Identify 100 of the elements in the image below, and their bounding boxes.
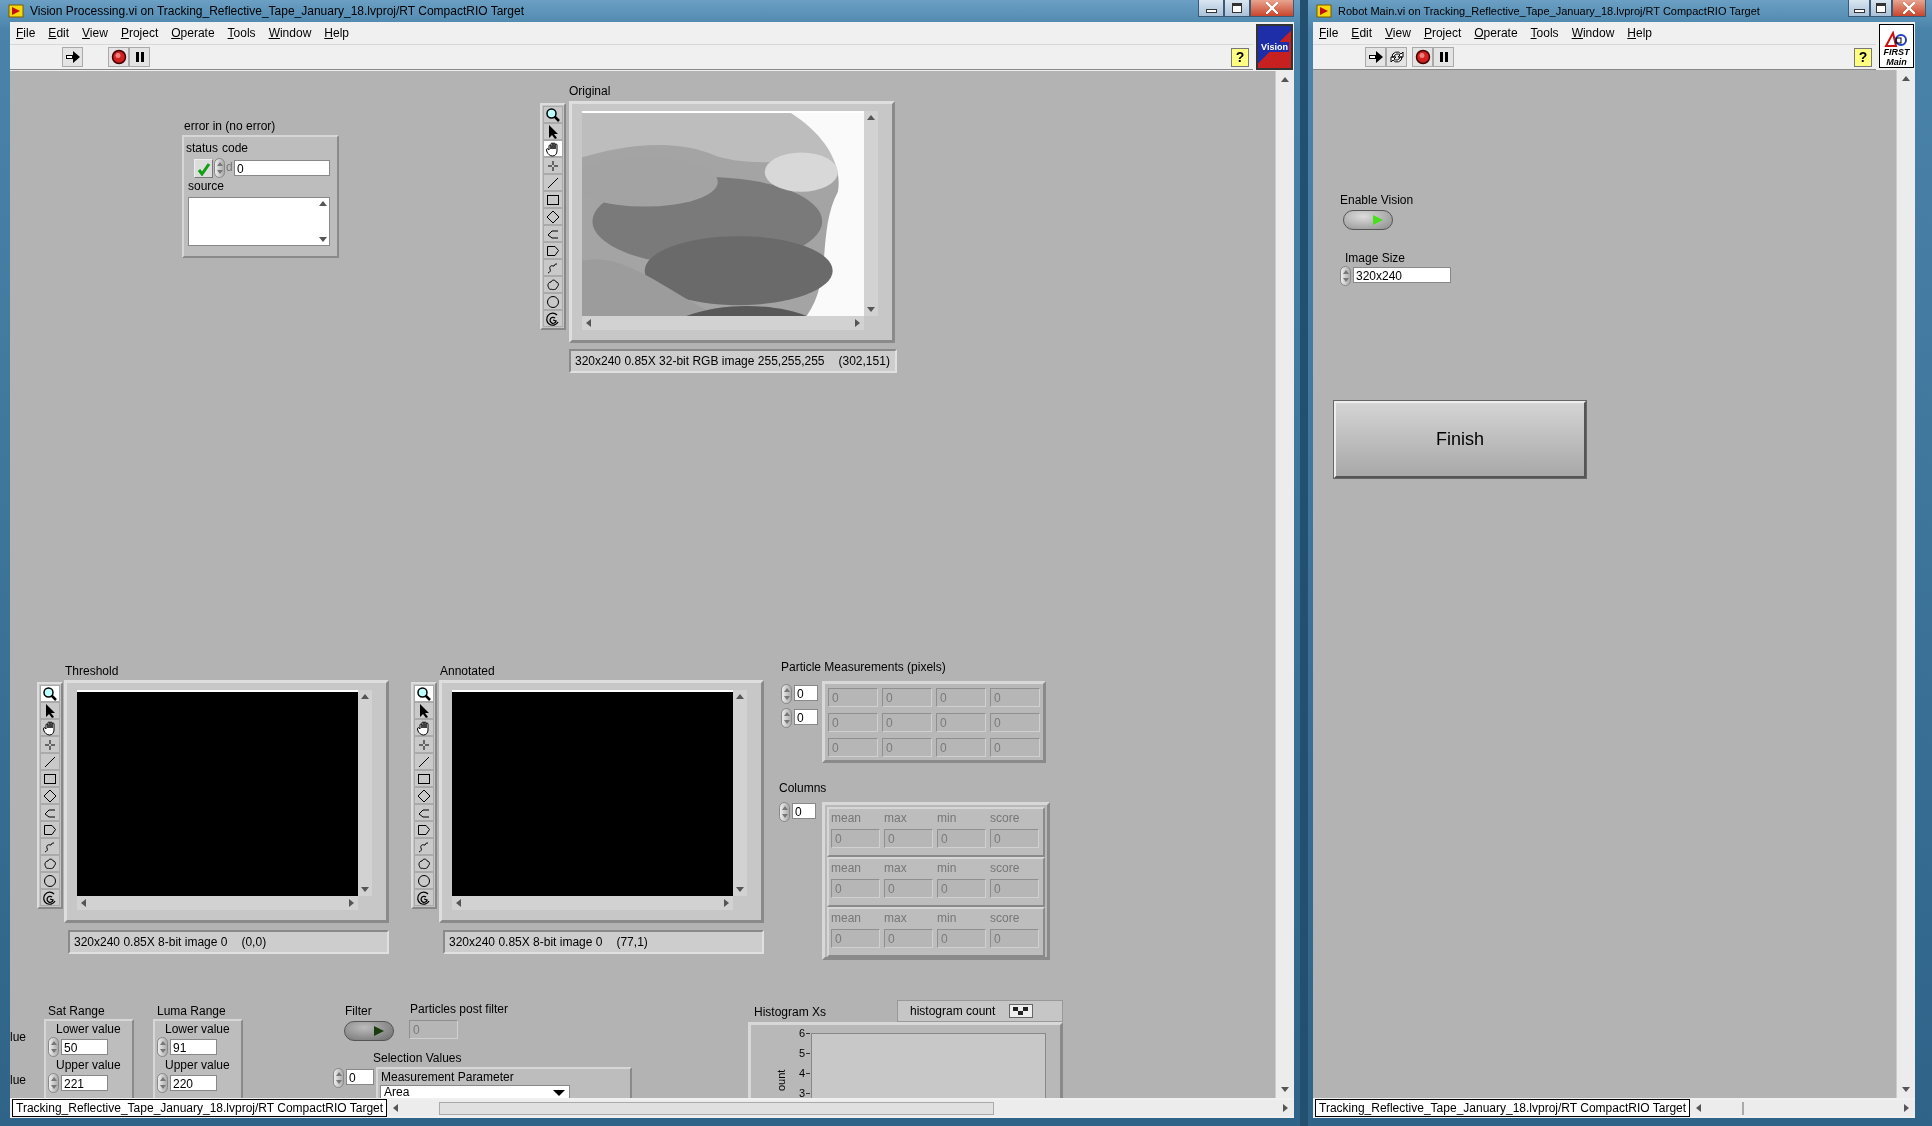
pause-button[interactable] [129, 47, 150, 67]
tool-button[interactable] [543, 106, 563, 123]
abort-button[interactable] [108, 47, 129, 67]
menu-item[interactable]: Operate [1474, 26, 1518, 40]
tool-button[interactable] [40, 685, 60, 702]
toggle-button[interactable] [344, 1021, 394, 1041]
menu-item[interactable]: View [82, 26, 108, 40]
number-field[interactable]: 0 [794, 709, 818, 725]
tool-button[interactable] [40, 719, 60, 736]
tool-button[interactable] [543, 276, 563, 293]
scrollbar[interactable] [358, 690, 372, 896]
tool-button[interactable] [414, 872, 434, 889]
menu-item[interactable]: File [1319, 26, 1339, 40]
run-button[interactable] [62, 47, 83, 67]
spin-button[interactable] [157, 1073, 168, 1093]
number-field[interactable]: 221 [61, 1075, 108, 1091]
menu-item[interactable]: Help [324, 26, 349, 40]
tool-button[interactable] [40, 770, 60, 787]
scrollbar[interactable] [387, 1100, 1294, 1116]
spin-button[interactable] [48, 1037, 59, 1057]
run-continuously-button[interactable] [1386, 47, 1407, 67]
tool-button[interactable] [414, 787, 434, 804]
menu-item[interactable]: Tools [227, 26, 256, 40]
number-field[interactable]: 0 [346, 1069, 374, 1085]
tool-button[interactable] [40, 821, 60, 838]
label: Original [569, 85, 611, 98]
tool-button[interactable] [414, 719, 434, 736]
tool-button[interactable] [40, 872, 60, 889]
tool-button[interactable] [40, 889, 60, 906]
number-field[interactable]: 0 [792, 803, 816, 819]
tool-button[interactable] [414, 855, 434, 872]
help-button[interactable]: ? [1854, 47, 1872, 67]
menu-item[interactable]: View [1385, 26, 1411, 40]
finish-button[interactable]: Finish [1334, 401, 1586, 478]
tool-button[interactable] [543, 123, 563, 140]
menu-item[interactable]: Help [1627, 26, 1652, 40]
menu-item[interactable]: Edit [1351, 26, 1373, 40]
tool-button[interactable] [40, 855, 60, 872]
plot-legend[interactable]: histogram count [897, 1000, 1063, 1022]
tool-button[interactable] [414, 821, 434, 838]
scrollbar[interactable] [1690, 1100, 1915, 1116]
tool-button[interactable] [543, 242, 563, 259]
number-field[interactable]: 50 [61, 1039, 108, 1055]
number-field[interactable]: 320x240 [1353, 267, 1451, 283]
run-button[interactable] [1365, 47, 1386, 67]
help-button[interactable]: ? [1231, 47, 1249, 67]
tool-button[interactable] [40, 753, 60, 770]
spin-button[interactable] [781, 684, 792, 704]
menu-item[interactable]: Project [120, 26, 159, 40]
tool-button[interactable] [40, 787, 60, 804]
spin-button[interactable] [1340, 266, 1351, 286]
number-field[interactable]: 0 [794, 685, 818, 701]
menu-item[interactable]: Project [1423, 26, 1462, 40]
scrollbar[interactable] [77, 896, 358, 910]
tool-button[interactable] [40, 702, 60, 719]
tool-button[interactable] [414, 702, 434, 719]
tool-button[interactable] [414, 685, 434, 702]
maximize-button[interactable] [1224, 0, 1250, 17]
close-button[interactable] [1892, 0, 1926, 17]
scrollbar[interactable] [582, 316, 864, 330]
label: Histogram Xs [754, 1006, 827, 1019]
number-field[interactable]: 91 [170, 1039, 217, 1055]
spin-button[interactable] [157, 1037, 168, 1057]
tool-button[interactable] [414, 770, 434, 787]
minimize-button[interactable] [1848, 0, 1870, 17]
menu-item[interactable]: Tools [1530, 26, 1559, 40]
scrollbar[interactable] [864, 111, 878, 316]
scrollbar[interactable] [733, 690, 747, 896]
close-button[interactable] [1250, 0, 1294, 17]
number-field[interactable]: 220 [170, 1075, 217, 1091]
tool-button[interactable] [414, 753, 434, 770]
scrollbar[interactable] [1896, 70, 1915, 1098]
scrollbar[interactable] [1275, 71, 1294, 1098]
menu-item[interactable]: File [16, 26, 36, 40]
source-field[interactable] [188, 197, 330, 246]
tool-button[interactable] [543, 208, 563, 225]
menu-item[interactable]: Operate [171, 26, 215, 40]
spin-button[interactable] [781, 708, 792, 728]
tool-button[interactable] [543, 174, 563, 191]
spin-button[interactable] [214, 158, 225, 178]
number-field[interactable]: 0 [234, 160, 330, 176]
scrollbar[interactable] [452, 896, 733, 910]
abort-button[interactable] [1412, 47, 1433, 67]
tool-button[interactable] [543, 293, 563, 310]
menu-item[interactable]: Edit [48, 26, 70, 40]
toggle-button[interactable] [1343, 210, 1393, 230]
tool-button[interactable] [414, 889, 434, 906]
tool-button[interactable] [543, 191, 563, 208]
spin-button[interactable] [333, 1068, 344, 1088]
spin-button[interactable] [779, 802, 790, 822]
maximize-button[interactable] [1870, 0, 1892, 17]
minimize-button[interactable] [1198, 0, 1224, 17]
menu-item[interactable]: Window [268, 26, 312, 40]
spin-button[interactable] [48, 1073, 59, 1093]
dropdown[interactable]: Area [380, 1085, 570, 1098]
menu-item[interactable]: Window [1571, 26, 1615, 40]
axis-label: ount [775, 1069, 787, 1091]
tool-button[interactable] [543, 140, 563, 157]
pause-button[interactable] [1433, 47, 1454, 67]
tool-button[interactable] [543, 310, 563, 327]
